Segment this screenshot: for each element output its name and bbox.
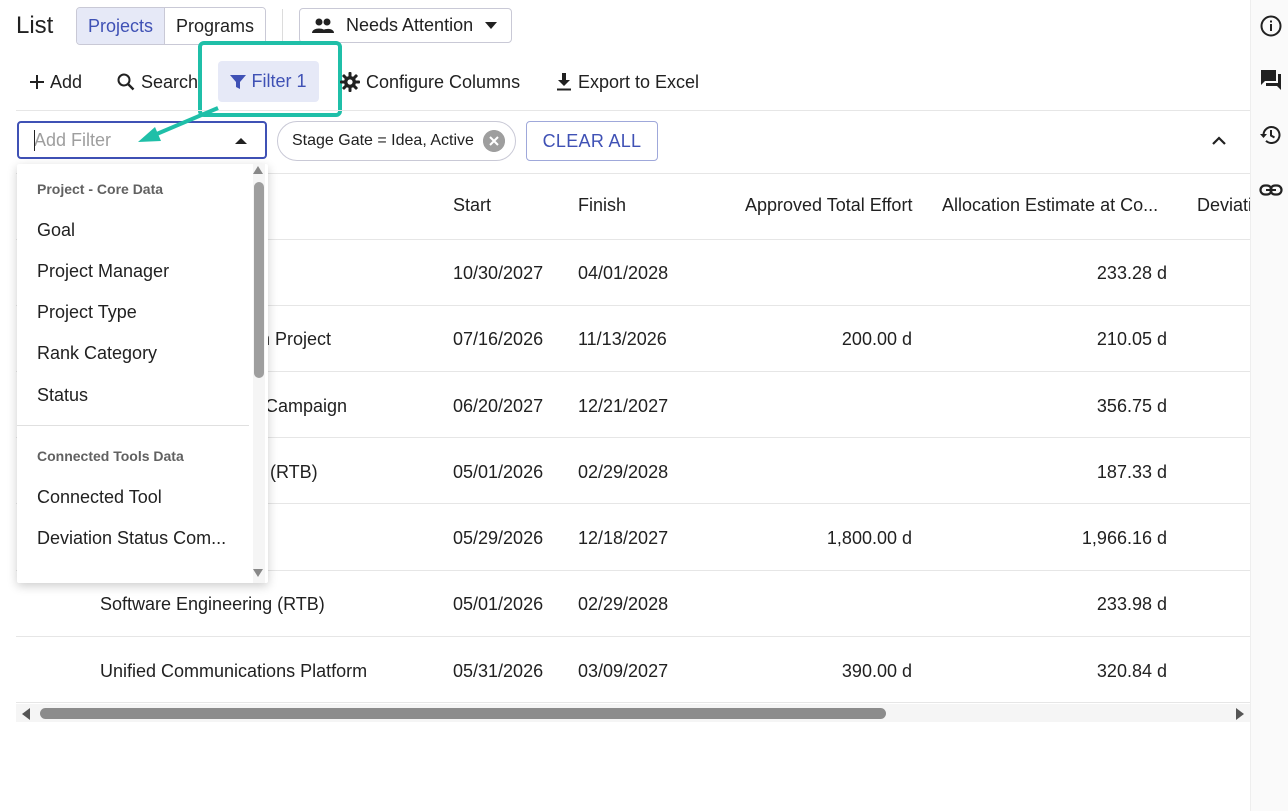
- text-cursor: [34, 130, 35, 151]
- column-header-finish[interactable]: Finish: [578, 195, 626, 216]
- row-allocation-estimate: 233.98 d: [1096, 594, 1167, 614]
- clear-all-button[interactable]: CLEAR ALL: [526, 121, 658, 161]
- dropdown-option[interactable]: Goal: [37, 220, 75, 241]
- export-excel-button[interactable]: Export to Excel: [556, 64, 699, 100]
- row-start: 07/16/2026: [453, 329, 544, 349]
- row-allocation-estimate: 1,966.16 d: [1081, 528, 1167, 548]
- dropdown-group-header: Project - Core Data: [37, 181, 164, 197]
- row-allocation-estimate: 233.28 d: [1096, 263, 1167, 283]
- filter-field-dropdown: Project - Core Data Goal Project Manager…: [17, 164, 268, 583]
- page-title: List: [16, 12, 54, 39]
- row-approved-effort: 200.00 d: [841, 329, 912, 349]
- add-filter-placeholder: Add Filter: [34, 130, 112, 150]
- header-divider: [282, 9, 283, 41]
- entity-toggle: Projects Programs: [76, 7, 267, 45]
- column-header-deviation[interactable]: Deviati: [1197, 195, 1250, 216]
- row-approved-effort: 390.00 d: [841, 661, 912, 681]
- download-icon: [557, 73, 571, 91]
- row-start: 05/01/2026: [453, 594, 544, 614]
- dropdown-option[interactable]: Connected Tool: [37, 487, 162, 508]
- dropdown-option[interactable]: Status: [37, 385, 88, 406]
- view-selector[interactable]: Needs Attention: [299, 8, 512, 43]
- row-allocation-estimate: 187.33 d: [1096, 462, 1167, 482]
- row-finish: 12/18/2027: [578, 528, 669, 548]
- scrollbar-thumb[interactable]: [40, 708, 886, 719]
- row-start: 05/01/2026: [453, 462, 544, 482]
- row-finish: 11/13/2026: [578, 329, 667, 349]
- annotation-arrow: [138, 106, 219, 142]
- search-button[interactable]: Search: [117, 64, 198, 100]
- scroll-down-icon[interactable]: [253, 569, 263, 577]
- search-icon: [117, 73, 135, 91]
- dropdown-scrollbar-thumb[interactable]: [254, 182, 264, 378]
- projects-tab[interactable]: Projects: [77, 8, 166, 44]
- chevron-down-icon: [485, 21, 498, 29]
- table-row[interactable]: Unified Communications Platform 05/31/20…: [0, 637, 1250, 703]
- row-allocation-estimate: 210.05 d: [1096, 329, 1167, 349]
- add-button[interactable]: Add: [30, 64, 82, 100]
- programs-tab[interactable]: Programs: [165, 8, 266, 44]
- row-finish: 03/09/2027: [578, 661, 669, 681]
- comments-icon[interactable]: [1259, 68, 1283, 92]
- row-finish: 02/29/2028: [578, 462, 669, 482]
- dropdown-option[interactable]: Project Manager: [37, 261, 169, 282]
- column-header-allocation-estimate[interactable]: Allocation Estimate at Co...: [942, 195, 1158, 216]
- row-start: 06/20/2027: [453, 396, 544, 416]
- right-rail: [1250, 0, 1288, 811]
- dropdown-divider: [17, 425, 249, 426]
- filter-chip-label: Stage Gate = Idea, Active: [292, 132, 474, 149]
- scroll-up-icon[interactable]: [253, 166, 263, 174]
- row-start: 10/30/2027: [453, 263, 544, 283]
- configure-columns-label: Configure Columns: [366, 71, 521, 92]
- view-selector-label: Needs Attention: [346, 15, 474, 35]
- configure-columns-button[interactable]: Configure Columns: [340, 64, 520, 100]
- row-start: 05/31/2026: [453, 661, 544, 681]
- scroll-left-icon[interactable]: [22, 708, 30, 720]
- column-header-start[interactable]: Start: [453, 195, 491, 216]
- row-allocation-estimate: 320.84 d: [1096, 661, 1167, 681]
- link-icon[interactable]: [1259, 178, 1283, 202]
- filter-chip[interactable]: Stage Gate = Idea, Active: [277, 121, 516, 161]
- add-label: Add: [50, 71, 83, 92]
- export-excel-label: Export to Excel: [578, 71, 700, 92]
- row-finish: 02/29/2028: [578, 594, 669, 614]
- dropdown-option[interactable]: Deviation Status Com...: [37, 528, 226, 549]
- row-finish: 04/01/2028: [578, 263, 669, 283]
- dropdown-option[interactable]: Project Type: [37, 302, 137, 323]
- row-name: Unified Communications Platform: [100, 661, 368, 681]
- plus-icon: [30, 75, 44, 89]
- row-name: Software Engineering (RTB): [100, 594, 325, 614]
- history-icon[interactable]: [1259, 123, 1283, 147]
- row-allocation-estimate: 356.75 d: [1096, 396, 1167, 416]
- row-finish: 12/21/2027: [578, 396, 669, 416]
- row-start: 05/29/2026: [453, 528, 544, 548]
- dropdown-option[interactable]: Rank Category: [37, 343, 157, 364]
- search-label: Search: [141, 71, 199, 92]
- info-icon[interactable]: [1259, 14, 1283, 38]
- row-divider: [16, 702, 1250, 703]
- dropdown-group-header: Connected Tools Data: [37, 448, 184, 464]
- row-approved-effort: 1,800.00 d: [826, 528, 912, 548]
- collapse-filters-icon[interactable]: [1208, 130, 1230, 152]
- chevron-up-icon[interactable]: [235, 138, 247, 144]
- gear-icon: [340, 72, 360, 92]
- remove-chip-icon[interactable]: [483, 130, 505, 152]
- people-icon: [312, 18, 334, 33]
- column-header-approved-effort[interactable]: Approved Total Effort: [745, 195, 912, 216]
- scroll-right-icon[interactable]: [1236, 708, 1244, 720]
